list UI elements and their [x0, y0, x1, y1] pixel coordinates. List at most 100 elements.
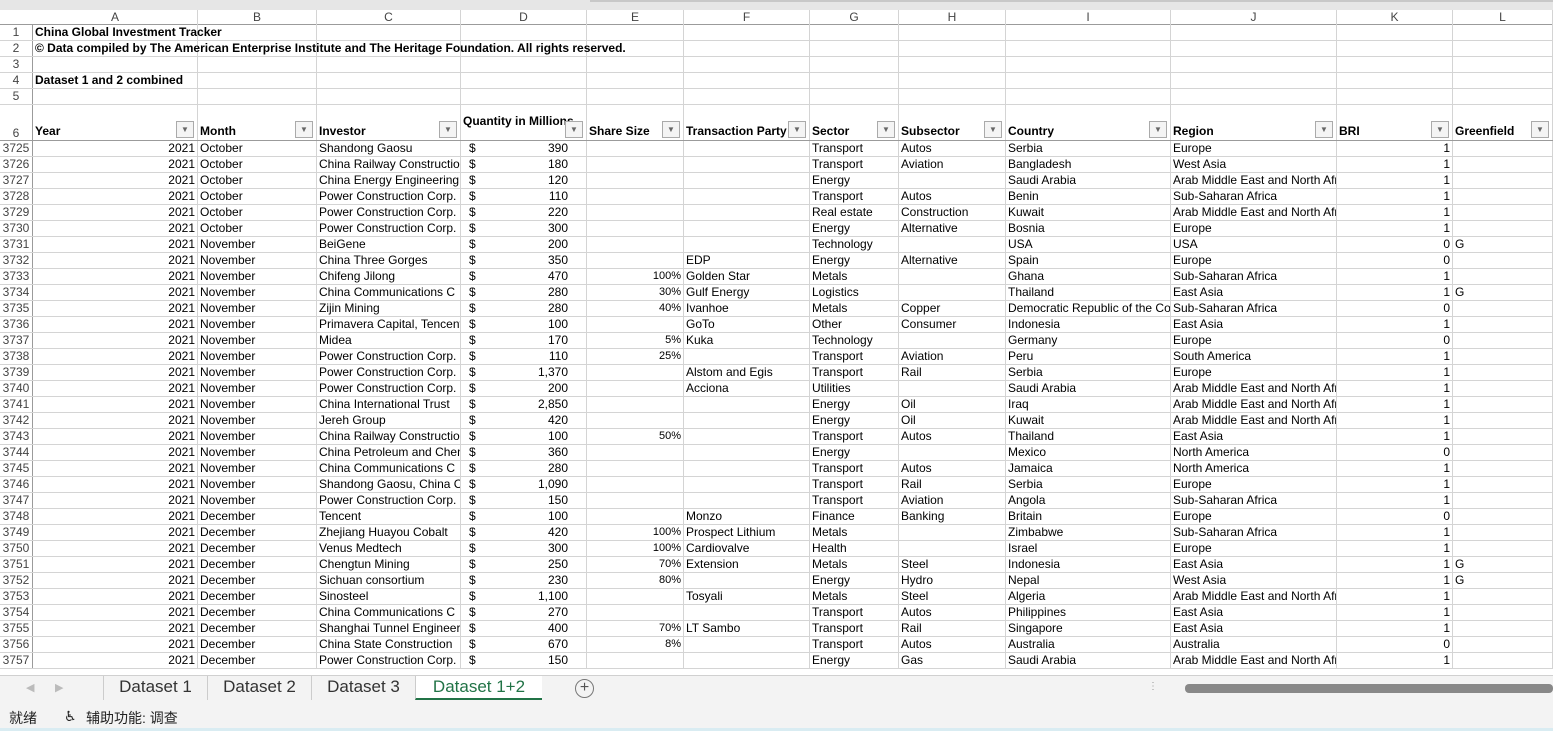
cell-region[interactable]: South America [1171, 349, 1337, 364]
cell-year[interactable]: 2021 [33, 285, 198, 300]
cell-year[interactable]: 2021 [33, 461, 198, 476]
cell-transaction-party[interactable] [684, 397, 810, 412]
cell-sector[interactable]: Health [810, 541, 899, 556]
cell-year[interactable]: 2021 [33, 429, 198, 444]
cell-year[interactable]: 2021 [33, 349, 198, 364]
cell-region[interactable]: Sub-Saharan Africa [1171, 301, 1337, 316]
cell-investor[interactable]: BeiGene [317, 237, 461, 252]
row-number[interactable]: 3731 [0, 237, 33, 252]
cell-quantity-in-millions[interactable]: $170 [461, 333, 587, 348]
row-number[interactable]: 3732 [0, 253, 33, 268]
cell-share-size[interactable] [587, 397, 684, 412]
cell-region[interactable]: Sub-Saharan Africa [1171, 525, 1337, 540]
cell-bri[interactable]: 1 [1337, 573, 1453, 588]
column-header-A[interactable]: A [33, 10, 198, 25]
cell-region[interactable]: East Asia [1171, 557, 1337, 572]
cell-bri[interactable]: 1 [1337, 157, 1453, 172]
cell-share-size[interactable]: 25% [587, 349, 684, 364]
cell-share-size[interactable] [587, 365, 684, 380]
cell-share-size[interactable] [587, 141, 684, 156]
row-number[interactable]: 3730 [0, 221, 33, 236]
cell-greenfield[interactable] [1453, 541, 1553, 556]
cell-subsector[interactable]: Consumer [899, 317, 1006, 332]
cell-transaction-party[interactable]: Alstom and Egis [684, 365, 810, 380]
cell-region[interactable]: East Asia [1171, 317, 1337, 332]
cell-region[interactable]: Europe [1171, 221, 1337, 236]
cell-year[interactable]: 2021 [33, 381, 198, 396]
cell-country[interactable]: Indonesia [1006, 557, 1171, 572]
cell-month[interactable]: October [198, 221, 317, 236]
cell-subsector[interactable] [899, 445, 1006, 460]
cell-bri[interactable]: 1 [1337, 653, 1453, 668]
cell-month[interactable]: November [198, 493, 317, 508]
row-number[interactable]: 3739 [0, 365, 33, 380]
cell-sector[interactable]: Transport [810, 429, 899, 444]
cell-region[interactable]: East Asia [1171, 621, 1337, 636]
cell-sector[interactable]: Metals [810, 525, 899, 540]
cell-investor[interactable]: Shanghai Tunnel Engineering [317, 621, 461, 636]
cell-country[interactable]: Iraq [1006, 397, 1171, 412]
cell-sector[interactable]: Energy [810, 221, 899, 236]
cell-quantity-in-millions[interactable]: $120 [461, 173, 587, 188]
cell-subsector[interactable]: Aviation [899, 157, 1006, 172]
cell[interactable] [1453, 25, 1553, 40]
cell-transaction-party[interactable]: Prospect Lithium [684, 525, 810, 540]
cell-quantity-in-millions[interactable]: $100 [461, 509, 587, 524]
cell-greenfield[interactable] [1453, 205, 1553, 220]
cell-transaction-party[interactable] [684, 653, 810, 668]
cell-month[interactable]: December [198, 605, 317, 620]
cell-greenfield[interactable] [1453, 173, 1553, 188]
cell-month[interactable]: December [198, 573, 317, 588]
cell-greenfield[interactable] [1453, 589, 1553, 604]
cell-region[interactable]: Europe [1171, 141, 1337, 156]
cell-region[interactable]: USA [1171, 237, 1337, 252]
cell-region[interactable]: West Asia [1171, 573, 1337, 588]
cell-transaction-party[interactable]: EDP [684, 253, 810, 268]
cell-subsector[interactable]: Autos [899, 141, 1006, 156]
cell-country[interactable]: Serbia [1006, 477, 1171, 492]
cell-share-size[interactable] [587, 381, 684, 396]
cell-bri[interactable]: 1 [1337, 349, 1453, 364]
cell-transaction-party[interactable]: Tosyali [684, 589, 810, 604]
row-number[interactable]: 1 [0, 25, 33, 40]
cell-investor[interactable]: Power Construction Corp. [317, 493, 461, 508]
cell-transaction-party[interactable] [684, 189, 810, 204]
cell-investor[interactable]: Sichuan consortium [317, 573, 461, 588]
cell-year[interactable]: 2021 [33, 333, 198, 348]
cell-quantity-in-millions[interactable]: $1,370 [461, 365, 587, 380]
row-number[interactable]: 5 [0, 89, 33, 104]
cell-month[interactable]: November [198, 365, 317, 380]
cell-bri[interactable]: 0 [1337, 509, 1453, 524]
cell-greenfield[interactable] [1453, 365, 1553, 380]
cell-share-size[interactable] [587, 205, 684, 220]
cell-quantity-in-millions[interactable]: $250 [461, 557, 587, 572]
cell-month[interactable]: November [198, 477, 317, 492]
cell-country[interactable]: Australia [1006, 637, 1171, 652]
cell-country[interactable]: Nepal [1006, 573, 1171, 588]
cell-transaction-party[interactable] [684, 237, 810, 252]
cell-sector[interactable]: Energy [810, 653, 899, 668]
cell-investor[interactable]: Primavera Capital, Tencent [317, 317, 461, 332]
cell-transaction-party[interactable] [684, 637, 810, 652]
cell-quantity-in-millions[interactable]: $420 [461, 525, 587, 540]
row-number[interactable]: 3752 [0, 573, 33, 588]
cell[interactable] [1337, 25, 1453, 40]
cell[interactable] [1006, 89, 1171, 104]
cell-month[interactable]: November [198, 381, 317, 396]
cell-month[interactable]: November [198, 269, 317, 284]
cell-region[interactable]: North America [1171, 461, 1337, 476]
cell-month[interactable]: December [198, 637, 317, 652]
cell-greenfield[interactable] [1453, 157, 1553, 172]
accessibility-status[interactable]: 辅助功能: 调查 [86, 708, 178, 728]
filter-dropdown-icon[interactable]: ▼ [176, 121, 194, 138]
cell-share-size[interactable]: 100% [587, 525, 684, 540]
cell-quantity-in-millions[interactable]: $360 [461, 445, 587, 460]
cell-greenfield[interactable]: G [1453, 573, 1553, 588]
cell-year[interactable]: 2021 [33, 157, 198, 172]
cell-investor[interactable]: Shandong Gaosu [317, 141, 461, 156]
cell-quantity-in-millions[interactable]: $270 [461, 605, 587, 620]
cell-month[interactable]: November [198, 253, 317, 268]
cell-year[interactable]: 2021 [33, 605, 198, 620]
cell-subsector[interactable]: Rail [899, 477, 1006, 492]
cell-greenfield[interactable] [1453, 653, 1553, 668]
